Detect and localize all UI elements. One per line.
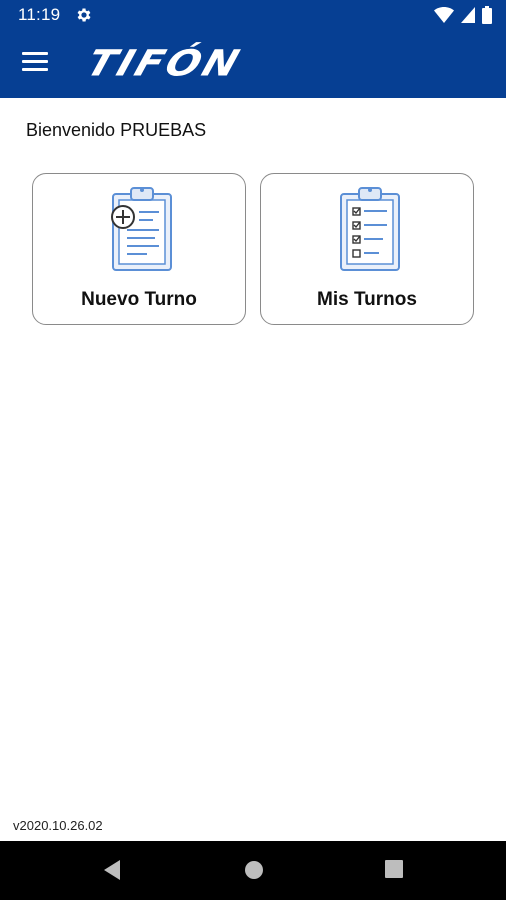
status-time: 11:19 bbox=[18, 5, 61, 24]
gear-icon bbox=[77, 8, 91, 22]
clipboard-add-icon bbox=[111, 187, 172, 271]
home-icon[interactable] bbox=[243, 859, 265, 881]
app-bar: TIFÓN bbox=[0, 30, 506, 98]
wifi-icon bbox=[434, 7, 454, 23]
status-bar: 11:19 bbox=[0, 0, 506, 30]
navigation-bar bbox=[0, 841, 506, 900]
signal-icon bbox=[461, 7, 475, 23]
my-appointments-label: Mis Turnos bbox=[317, 289, 417, 310]
app-logo: TIFÓN bbox=[81, 42, 246, 86]
new-appointment-label: Nuevo Turno bbox=[81, 289, 197, 310]
menu-icon[interactable] bbox=[22, 52, 48, 72]
back-icon[interactable] bbox=[102, 859, 122, 881]
version-label: v2020.10.26.02 bbox=[13, 818, 103, 833]
clipboard-checklist-icon bbox=[340, 187, 400, 271]
my-appointments-button[interactable]: Mis Turnos bbox=[260, 173, 474, 325]
welcome-text: Bienvenido PRUEBAS bbox=[26, 120, 207, 140]
recents-icon[interactable] bbox=[384, 859, 404, 879]
logo-text: TIFÓN bbox=[81, 43, 247, 85]
battery-icon bbox=[482, 6, 492, 24]
new-appointment-button[interactable]: Nuevo Turno bbox=[32, 173, 246, 325]
